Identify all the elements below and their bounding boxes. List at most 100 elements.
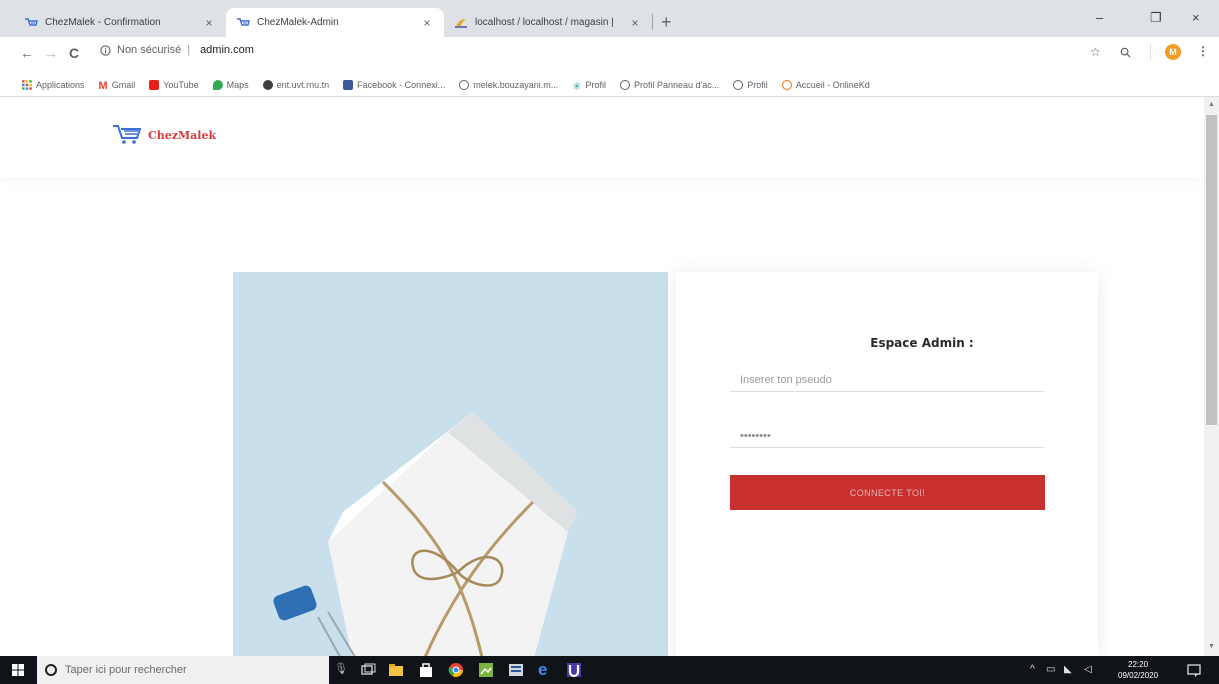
bookmark-label: ent.uvt.rnu.tn bbox=[276, 79, 330, 90]
globe-icon bbox=[459, 79, 470, 90]
maps-pin-icon bbox=[212, 79, 223, 90]
shopping-cart-logo-icon bbox=[113, 125, 142, 144]
bookmark-label: YouTube bbox=[163, 79, 199, 90]
taskbar-search-placeholder: Taper ici pour rechercher bbox=[65, 664, 187, 676]
separator: | bbox=[187, 44, 191, 56]
bookmark-label: Applications bbox=[36, 79, 85, 90]
menu-kebab-icon[interactable]: ⋮ bbox=[1197, 44, 1209, 58]
bookmark-melek[interactable]: melek.bouzayani.m... bbox=[459, 79, 559, 90]
page-scrollbar[interactable]: ▲ ▼ bbox=[1204, 97, 1219, 656]
clock-date: 09/02/2020 bbox=[1118, 671, 1159, 680]
bookmark-profil-panneau[interactable]: Profil Panneau d'ac... bbox=[619, 79, 720, 90]
tab-confirmation[interactable]: ChezMalek - Confirmation × bbox=[14, 8, 226, 37]
close-window-button[interactable]: × bbox=[1192, 10, 1200, 25]
zoom-search-icon[interactable] bbox=[1120, 47, 1131, 58]
microphone-icon[interactable]: 🎙 bbox=[334, 662, 350, 678]
bookmark-star-icon[interactable]: ☆ bbox=[1090, 45, 1101, 59]
tab-separator bbox=[652, 14, 653, 30]
bookmark-label: Facebook - Connexi... bbox=[357, 79, 446, 90]
scroll-up-icon[interactable]: ▲ bbox=[1208, 101, 1215, 108]
url-text: admin.com bbox=[200, 44, 254, 56]
uwamp-icon[interactable] bbox=[566, 662, 582, 678]
network-icon[interactable]: ▭ bbox=[1046, 664, 1055, 675]
windows-taskbar: Taper ici pour rechercher 🎙 e ^ ▭ ◣ ◁ 22… bbox=[0, 656, 1219, 684]
screen: ChezMalek - Confirmation × ChezMalek-Adm… bbox=[0, 0, 1219, 684]
logo-text: ChezMalek bbox=[148, 128, 217, 142]
bookmark-label: Accueil - OnlineKd bbox=[795, 79, 870, 90]
gift-box-hero-image bbox=[233, 272, 668, 656]
file-explorer-icon[interactable] bbox=[388, 662, 404, 678]
apps-grid-icon bbox=[22, 79, 32, 90]
new-tab-button[interactable]: + bbox=[661, 13, 672, 31]
task-view-icon[interactable] bbox=[360, 662, 376, 678]
bookmark-profil-1[interactable]: ✳ Profil bbox=[572, 80, 606, 93]
ent-icon bbox=[262, 79, 273, 90]
tab-admin[interactable]: ChezMalek-Admin × bbox=[226, 8, 444, 37]
forward-button[interactable]: → bbox=[44, 45, 58, 61]
ring-icon bbox=[781, 79, 792, 90]
scroll-down-icon[interactable]: ▼ bbox=[1208, 643, 1215, 650]
connect-button[interactable]: CONNECTE TOI! bbox=[730, 475, 1045, 510]
bookmark-label: Gmail bbox=[111, 79, 136, 90]
taskbar-search-box[interactable]: Taper ici pour rechercher bbox=[37, 656, 329, 684]
windows-start-icon[interactable] bbox=[12, 664, 24, 676]
chrome-icon[interactable] bbox=[448, 662, 464, 678]
youtube-icon bbox=[149, 79, 160, 90]
reload-button[interactable]: C bbox=[69, 45, 79, 61]
page-viewport: ChezMalek Espace Admin : CONNECTE TOI! bbox=[0, 97, 1204, 656]
cortana-icon bbox=[45, 664, 57, 676]
bookmark-label: melek.bouzayani.m... bbox=[473, 79, 559, 90]
back-button[interactable]: ← bbox=[20, 45, 34, 61]
volume-icon[interactable]: ◁ bbox=[1084, 664, 1092, 675]
asterisk-icon: ✳ bbox=[572, 80, 582, 93]
bookmark-label: Profil Panneau d'ac... bbox=[633, 79, 720, 90]
tab-title: ChezMalek - Confirmation bbox=[45, 17, 161, 28]
store-icon[interactable] bbox=[418, 662, 434, 678]
tab-close-icon[interactable]: × bbox=[628, 16, 642, 30]
admin-login-panel: Espace Admin : CONNECTE TOI! bbox=[676, 272, 1098, 656]
bookmark-maps[interactable]: Maps bbox=[212, 79, 249, 90]
bookmark-accueil[interactable]: Accueil - OnlineKd bbox=[781, 79, 870, 90]
tab-title: ChezMalek-Admin bbox=[257, 17, 339, 28]
gift-box-illustration bbox=[233, 272, 668, 656]
address-bar[interactable]: Non sécurisé | admin.com bbox=[100, 44, 254, 56]
tab-close-icon[interactable]: × bbox=[420, 16, 434, 30]
tab-title: localhost / localhost / magasin | bbox=[475, 17, 614, 28]
tray-chevron-icon[interactable]: ^ bbox=[1030, 664, 1035, 675]
bookmark-youtube[interactable]: YouTube bbox=[149, 79, 199, 90]
phpmyadmin-favicon-icon bbox=[455, 18, 467, 28]
cart-favicon-icon bbox=[237, 17, 250, 26]
bookmark-facebook[interactable]: Facebook - Connexi... bbox=[343, 79, 446, 90]
tab-phpmyadmin[interactable]: localhost / localhost / magasin | × bbox=[444, 8, 652, 37]
wifi-icon[interactable]: ◣ bbox=[1064, 664, 1072, 675]
globe-icon bbox=[733, 79, 744, 90]
notes-app-icon[interactable] bbox=[508, 662, 524, 678]
site-logo[interactable]: ChezMalek bbox=[112, 124, 216, 146]
taskbar-clock[interactable]: 22:20 09/02/2020 bbox=[1118, 659, 1158, 681]
profile-avatar[interactable]: M bbox=[1165, 44, 1181, 60]
scrollbar-thumb[interactable] bbox=[1206, 115, 1217, 425]
clock-time: 22:20 bbox=[1128, 660, 1149, 669]
edge-icon[interactable]: e bbox=[538, 661, 554, 678]
browser-tab-bar: ChezMalek - Confirmation × ChezMalek-Adm… bbox=[0, 0, 1219, 37]
bookmarks-bar: Applications M Gmail YouTube Maps ent.uv… bbox=[0, 73, 1219, 97]
cart-favicon-icon bbox=[25, 17, 38, 26]
username-input[interactable] bbox=[730, 368, 1044, 392]
gmail-icon: M bbox=[98, 79, 108, 92]
bookmark-ent-uvt[interactable]: ent.uvt.rnu.tn bbox=[262, 79, 330, 90]
image-viewer-icon[interactable] bbox=[478, 662, 494, 678]
notification-center-icon[interactable] bbox=[1186, 662, 1202, 678]
tab-close-icon[interactable]: × bbox=[202, 16, 216, 30]
toolbar-divider bbox=[1150, 44, 1151, 60]
login-title: Espace Admin : bbox=[870, 336, 974, 350]
password-input[interactable] bbox=[730, 424, 1044, 448]
bookmark-label: Profil bbox=[747, 79, 768, 90]
globe-icon bbox=[619, 79, 630, 90]
bookmark-profil-2[interactable]: Profil bbox=[733, 79, 768, 90]
facebook-icon bbox=[343, 79, 354, 90]
restore-button[interactable]: ❐ bbox=[1150, 10, 1162, 26]
bookmark-applications[interactable]: Applications bbox=[22, 79, 85, 90]
site-header: ChezMalek bbox=[0, 97, 1204, 177]
minimize-button[interactable]: – bbox=[1096, 10, 1103, 25]
bookmark-gmail[interactable]: M Gmail bbox=[98, 79, 136, 92]
